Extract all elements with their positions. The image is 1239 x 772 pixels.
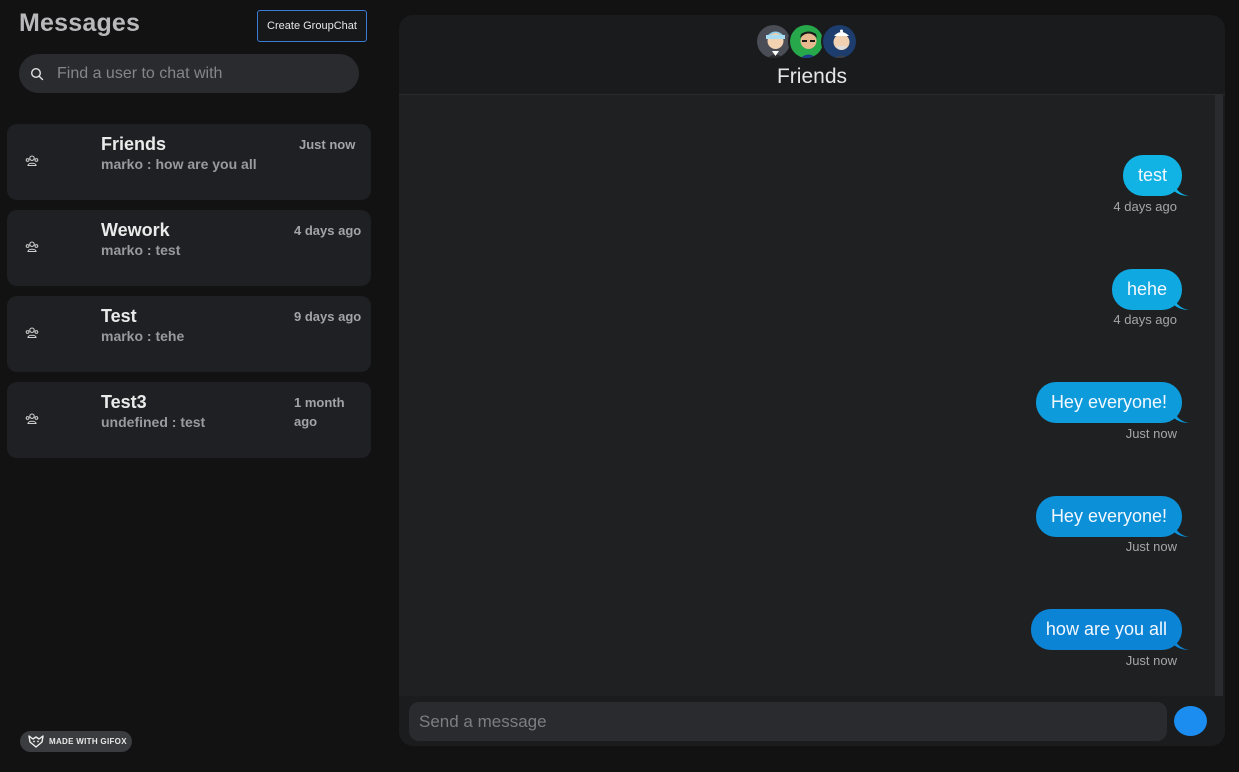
message-bubble[interactable]: test bbox=[1122, 155, 1189, 196]
avatar[interactable] bbox=[755, 23, 792, 60]
chat-name: Test3 bbox=[101, 392, 147, 412]
chat-preview: undefined : test bbox=[101, 414, 206, 430]
messages-area[interactable]: test 4 days ago hehe 4 days ago Hey ever… bbox=[399, 95, 1215, 696]
chat-time: 4 days ago bbox=[294, 223, 362, 238]
message-bubble[interactable]: hehe bbox=[1111, 269, 1189, 310]
avatar[interactable] bbox=[821, 23, 858, 60]
message-text: Hey everyone! bbox=[1050, 506, 1167, 526]
send-button[interactable] bbox=[1174, 706, 1207, 736]
message-text: how are you all bbox=[1045, 619, 1167, 639]
chat-name: Test bbox=[101, 306, 137, 326]
bubble-tail bbox=[1173, 182, 1189, 196]
sidebar: Messages Create GroupChat Friends marko … bbox=[0, 0, 390, 772]
message-time: Just now bbox=[1125, 426, 1177, 441]
message-text: test bbox=[1137, 165, 1167, 185]
group-icon bbox=[25, 241, 39, 253]
message: how are you all bbox=[1030, 609, 1189, 650]
user-search[interactable] bbox=[19, 54, 359, 93]
chat-list: Friends marko : how are you all Just now… bbox=[7, 124, 371, 468]
chat-preview: marko : test bbox=[101, 242, 181, 258]
message-time: Just now bbox=[1125, 539, 1177, 554]
message-bubble[interactable]: Hey everyone! bbox=[1035, 496, 1189, 537]
message-bubble[interactable]: how are you all bbox=[1030, 609, 1189, 650]
message-time: 4 days ago bbox=[1113, 199, 1177, 214]
group-icon bbox=[25, 413, 39, 425]
gifox-badge-label: MADE WITH GIFOX bbox=[49, 737, 127, 746]
bubble-tail bbox=[1173, 296, 1189, 310]
chat-time: 9 days ago bbox=[294, 309, 362, 324]
message: Hey everyone! bbox=[1035, 382, 1189, 423]
message-time: Just now bbox=[1125, 653, 1177, 668]
message-input[interactable] bbox=[419, 711, 1167, 732]
avatar[interactable] bbox=[788, 23, 825, 60]
bubble-tail bbox=[1173, 636, 1189, 650]
message: hehe bbox=[1111, 269, 1189, 310]
chat-preview: marko : how are you all bbox=[101, 156, 257, 172]
chat-name: Friends bbox=[101, 134, 167, 154]
search-icon bbox=[30, 67, 44, 80]
create-groupchat-button[interactable]: Create GroupChat bbox=[257, 10, 367, 42]
chat-item-test3[interactable]: Test3 undefined : test 1 month ago bbox=[7, 382, 371, 458]
chat-panel: Friends test 4 days ago hehe 4 days ago bbox=[399, 15, 1225, 746]
group-icon bbox=[25, 327, 39, 339]
gifox-logo-icon bbox=[28, 735, 44, 748]
message-time: 4 days ago bbox=[1113, 312, 1177, 327]
chat-item-wework[interactable]: Wework marko : test 4 days ago bbox=[7, 210, 371, 286]
chat-item-test[interactable]: Test marko : tehe 9 days ago bbox=[7, 296, 371, 372]
search-input[interactable] bbox=[57, 64, 359, 83]
chat-item-friends[interactable]: Friends marko : how are you all Just now bbox=[7, 124, 371, 200]
message-text: Hey everyone! bbox=[1050, 392, 1167, 412]
group-icon bbox=[25, 155, 39, 167]
gifox-badge[interactable]: MADE WITH GIFOX bbox=[20, 731, 132, 752]
messages-scrollbar[interactable] bbox=[1215, 95, 1223, 696]
bubble-tail bbox=[1173, 409, 1189, 423]
message: test bbox=[1122, 155, 1189, 196]
chat-time: 1 month ago bbox=[294, 395, 345, 429]
sidebar-title: Messages bbox=[19, 9, 141, 37]
app: Messages Create GroupChat Friends marko … bbox=[0, 0, 1239, 772]
chat-title: Friends bbox=[776, 65, 848, 88]
message-composer[interactable] bbox=[409, 702, 1167, 741]
chat-preview: marko : tehe bbox=[101, 328, 185, 344]
message-bubble[interactable]: Hey everyone! bbox=[1035, 382, 1189, 423]
chat-header: Friends bbox=[399, 15, 1225, 95]
bubble-tail bbox=[1173, 523, 1189, 537]
chat-name: Wework bbox=[101, 220, 170, 240]
chat-time: Just now bbox=[299, 137, 356, 152]
message: Hey everyone! bbox=[1035, 496, 1189, 537]
message-text: hehe bbox=[1126, 279, 1167, 299]
